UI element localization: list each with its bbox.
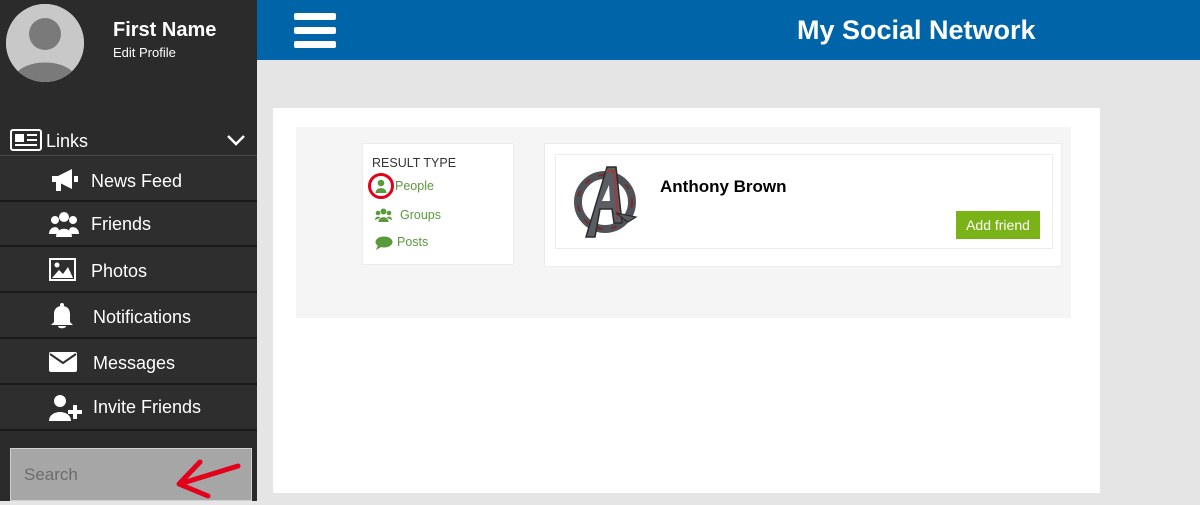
sidebar-item-news-feed[interactable]: News Feed	[0, 157, 257, 202]
chevron-down-icon	[227, 133, 245, 151]
speech-bubble-icon	[375, 236, 393, 253]
profile-header: First Name Edit Profile	[0, 0, 257, 90]
sidebar-item-label: Invite Friends	[93, 397, 202, 417]
friend-name[interactable]: Anthony Brown	[660, 177, 787, 197]
sidebar-item-notifications[interactable]: Notifications	[0, 293, 257, 339]
result-card: Anthony Brown Add friend	[555, 154, 1053, 249]
add-friend-button[interactable]: Add friend	[956, 211, 1040, 239]
sidebar-item-label: Notifications	[93, 307, 192, 327]
sidebar-item-invite-friends[interactable]: Invite Friends	[0, 385, 257, 431]
image-icon	[49, 258, 76, 286]
sidebar-item-photos[interactable]: Photos	[0, 247, 257, 293]
megaphone-icon	[50, 167, 80, 198]
avengers-logo-icon[interactable]	[570, 163, 640, 246]
envelope-icon	[49, 352, 77, 377]
links-label: Links	[46, 131, 89, 151]
filter-label: Posts	[397, 235, 429, 249]
top-bar: My Social Network	[257, 0, 1200, 60]
avatar[interactable]	[6, 4, 84, 82]
sidebar-item-messages[interactable]: Messages	[0, 339, 257, 385]
sidebar-item-label: Messages	[93, 353, 176, 373]
sidebar-item-label: News Feed	[91, 171, 183, 191]
filter-posts[interactable]: Posts	[375, 234, 465, 252]
red-arrow-annotation-icon	[172, 450, 242, 505]
users-icon	[375, 208, 392, 225]
user-plus-icon	[49, 394, 82, 427]
users-icon	[49, 210, 79, 243]
default-avatar-icon	[6, 4, 84, 82]
edit-profile-link[interactable]: Edit Profile	[113, 45, 176, 60]
hamburger-menu-icon[interactable]	[294, 13, 336, 49]
result-type-filter: RESULT TYPE People Groups Posts	[362, 143, 514, 265]
filter-label: Groups	[400, 208, 441, 222]
sidebar-item-label: Photos	[91, 261, 148, 281]
bell-icon	[49, 302, 75, 335]
sidebar-item-label: Friends	[91, 214, 152, 234]
links-section-toggle[interactable]: Links	[0, 126, 257, 156]
app-title: My Social Network	[797, 15, 1036, 45]
user-icon	[375, 179, 387, 196]
filter-people[interactable]: People	[375, 178, 465, 196]
newspaper-icon	[10, 129, 42, 156]
result-type-title: RESULT TYPE	[372, 156, 457, 170]
filter-groups[interactable]: Groups	[375, 207, 465, 225]
sidebar-item-friends[interactable]: Friends	[0, 202, 257, 247]
results-list: Anthony Brown Add friend	[544, 143, 1062, 267]
filter-label: People	[395, 179, 434, 193]
user-name: First Name	[113, 19, 217, 41]
